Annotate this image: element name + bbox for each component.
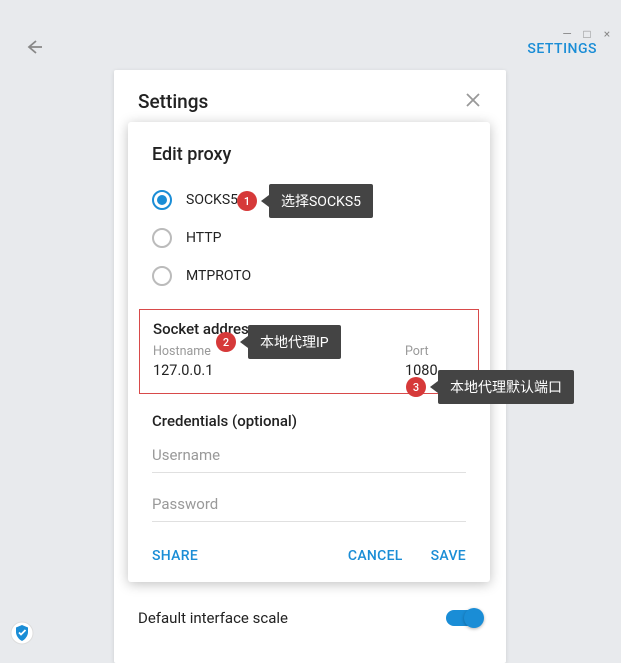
hostname-value: 127.0.0.1	[153, 362, 385, 379]
window-controls: — □ ×	[557, 24, 617, 44]
port-label: Port	[405, 344, 465, 359]
arrow-left-icon	[24, 37, 44, 57]
credentials-section: Credentials (optional) Username Password	[128, 394, 490, 522]
credentials-title: Credentials (optional)	[152, 412, 466, 430]
interface-scale-label: Default interface scale	[138, 609, 288, 627]
settings-body: Default interface scale	[114, 593, 506, 663]
callout-badge: 3	[406, 377, 426, 397]
interface-scale-row: Default interface scale	[138, 593, 482, 643]
close-button[interactable]	[464, 91, 482, 113]
callout-arrow-icon	[430, 381, 438, 393]
settings-title: Settings	[138, 90, 208, 113]
radio-icon	[152, 228, 172, 248]
radio-icon	[152, 190, 172, 210]
callout-1: 1 选择SOCKS5	[237, 184, 373, 218]
radio-http[interactable]: HTTP	[152, 219, 466, 257]
dialog-title: Edit proxy	[128, 122, 490, 181]
password-input[interactable]: Password	[152, 485, 466, 522]
radio-icon	[152, 266, 172, 286]
radio-label: MTPROTO	[186, 268, 251, 284]
username-input[interactable]: Username	[152, 436, 466, 473]
cancel-button[interactable]: CANCEL	[348, 548, 403, 564]
callout-badge: 1	[237, 191, 257, 211]
radio-label: SOCKS5	[186, 192, 238, 208]
callout-text: 选择SOCKS5	[269, 184, 373, 218]
callout-text: 本地代理默认端口	[438, 370, 574, 404]
shield-icon	[10, 621, 34, 645]
callout-arrow-icon	[261, 195, 269, 207]
callout-3: 3 本地代理默认端口	[406, 370, 574, 404]
share-button[interactable]: SHARE	[152, 548, 198, 564]
dialog-actions: SHARE CANCEL SAVE	[128, 534, 490, 582]
callout-2: 2 本地代理IP	[216, 325, 341, 359]
radio-mtproto[interactable]: MTPROTO	[152, 257, 466, 295]
interface-scale-toggle[interactable]	[446, 610, 482, 626]
radio-label: HTTP	[186, 230, 221, 246]
callout-text: 本地代理IP	[248, 325, 341, 359]
window-close-button[interactable]: ×	[597, 24, 617, 44]
back-button[interactable]	[24, 37, 44, 61]
callout-arrow-icon	[240, 336, 248, 348]
save-button[interactable]: SAVE	[431, 548, 466, 564]
minimize-button[interactable]: —	[557, 24, 577, 44]
callout-badge: 2	[216, 332, 236, 352]
maximize-button[interactable]: □	[577, 24, 597, 44]
close-icon	[464, 91, 482, 109]
